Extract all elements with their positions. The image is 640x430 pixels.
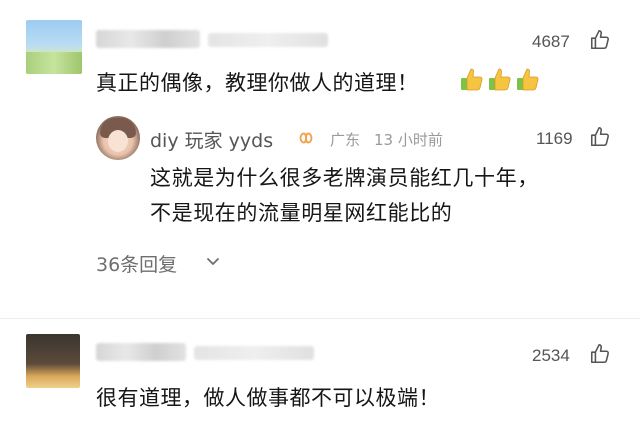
meta-blurred xyxy=(194,346,314,360)
reply-text-line-2: 不是现在的流量明星网红能比的 xyxy=(150,201,453,225)
chevron-down-icon[interactable] xyxy=(206,257,220,267)
thumbs-up-emoji-icon xyxy=(461,68,483,91)
thumbs-up-emoji-icon xyxy=(489,68,511,91)
reply-like-count: 1169 xyxy=(536,129,573,148)
username-blurred[interactable] xyxy=(96,30,200,48)
thumb-up-outline-icon[interactable] xyxy=(589,343,611,365)
avatar[interactable] xyxy=(26,20,82,74)
avatar-face xyxy=(108,130,128,152)
reply-username[interactable]: diy 玩家 yyds xyxy=(150,126,273,153)
avatar[interactable] xyxy=(26,334,80,388)
thumb-up-outline-icon[interactable] xyxy=(589,29,611,51)
reply-time: 13 小时前 xyxy=(374,131,443,149)
like-count: 4687 xyxy=(532,32,570,51)
reply-text-line-1: 这就是为什么很多老牌演员能红几十年， xyxy=(150,166,539,190)
infinity-badge-icon xyxy=(299,132,313,144)
divider xyxy=(0,318,640,319)
reply-avatar[interactable] xyxy=(96,116,140,160)
thumb-up-outline-icon[interactable] xyxy=(589,126,611,148)
meta-blurred xyxy=(208,33,328,47)
thumbs-up-emoji-icon xyxy=(517,68,539,91)
username-blurred[interactable] xyxy=(96,343,186,361)
comment-text: 很有道理，做人做事都不可以极端！ xyxy=(96,386,440,410)
view-replies-link[interactable]: 36条回复 xyxy=(96,250,177,277)
like-count: 2534 xyxy=(532,346,570,365)
reply-location: 广东 xyxy=(330,131,361,149)
comment-text: 真正的偶像，教理你做人的道理！ xyxy=(96,71,419,95)
avatar-image-detail xyxy=(26,52,82,74)
